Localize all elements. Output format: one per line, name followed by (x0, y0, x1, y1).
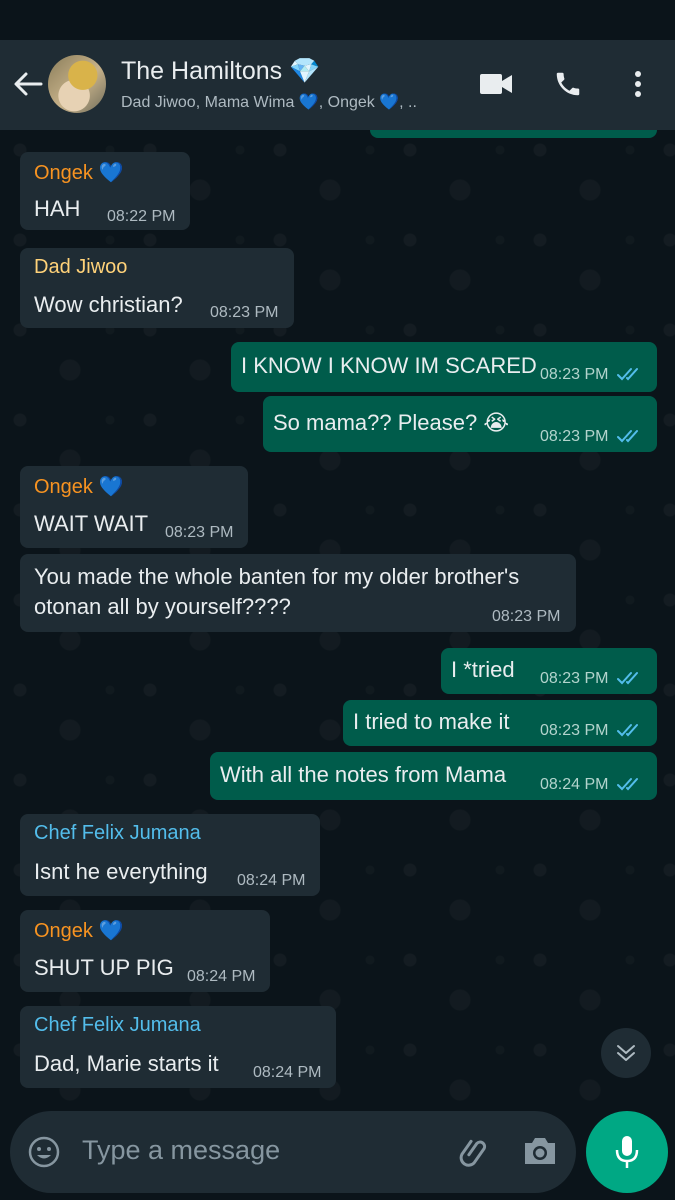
video-camera-icon (480, 74, 512, 94)
chat-header: The Hamiltons 💎 Dad Jiwoo, Mama Wima 💙, … (0, 40, 675, 130)
message-time: 08:24 PM (253, 1064, 322, 1081)
message-time: 08:23 PM (540, 722, 609, 739)
message-text-line-2: otonan all by yourself???? (34, 594, 291, 619)
scroll-to-bottom-button[interactable] (601, 1028, 651, 1078)
more-options-button[interactable] (618, 66, 658, 102)
message-bubble[interactable]: Dad Jiwoo Wow christian? 08:23 PM (20, 248, 294, 328)
status-bar (0, 0, 675, 40)
message-bubble[interactable]: Ongek 💙 SHUT UP PIG 08:24 PM (20, 910, 270, 992)
message-bubble-outgoing[interactable]: So mama?? Please? 😭 08:23 PM (263, 396, 657, 452)
emoji-icon[interactable] (28, 1136, 60, 1168)
message-text: Dad, Marie starts it (34, 1051, 219, 1076)
message-text: So mama?? Please? 😭 (273, 410, 510, 435)
message-bubble[interactable]: Ongek 💙 HAH 08:22 PM (20, 152, 190, 230)
message-bubble[interactable]: You made the whole banten for my older b… (20, 554, 576, 632)
read-ticks-icon (617, 672, 638, 685)
message-time: 08:23 PM (492, 608, 561, 625)
message-composer: Type a message (10, 1111, 576, 1193)
message-input[interactable]: Type a message (82, 1135, 280, 1166)
message-text: Wow christian? (34, 292, 183, 317)
message-time: 08:23 PM (165, 524, 234, 541)
message-text: WAIT WAIT (34, 511, 149, 536)
message-time: 08:24 PM (540, 776, 609, 793)
message-bubble-outgoing[interactable]: I *tried 08:23 PM (441, 648, 657, 694)
message-time: 08:23 PM (540, 366, 609, 383)
message-text-line-1: You made the whole banten for my older b… (34, 564, 520, 589)
message-time: 08:23 PM (540, 428, 609, 445)
message-text: I tried to make it (353, 709, 510, 734)
paperclip-icon[interactable] (458, 1133, 494, 1171)
camera-icon[interactable] (522, 1135, 558, 1167)
back-button[interactable] (10, 66, 46, 102)
chevron-double-down-icon (617, 1045, 635, 1061)
message-bubble[interactable]: Ongek 💙 WAIT WAIT 08:23 PM (20, 466, 248, 548)
message-text: Isnt he everything (34, 859, 208, 884)
chat-members[interactable]: Dad Jiwoo, Mama Wima 💙, Ongek 💙, .. (121, 92, 417, 112)
sender-name[interactable]: Dad Jiwoo (34, 256, 127, 279)
message-text: I *tried (451, 657, 515, 682)
microphone-icon (615, 1136, 639, 1168)
sender-name[interactable]: Ongek 💙 (34, 918, 123, 943)
sender-name[interactable]: Ongek 💙 (34, 160, 123, 185)
arrow-left-icon (14, 72, 43, 96)
message-time: 08:24 PM (187, 968, 256, 985)
video-call-button[interactable] (476, 66, 516, 102)
message-bubble-outgoing[interactable]: I tried to make it 08:23 PM (343, 700, 657, 746)
message-bubble-outgoing[interactable]: With all the notes from Mama 08:24 PM (210, 752, 657, 800)
message-bubble-outgoing[interactable]: I KNOW I KNOW IM SCARED 08:23 PM (231, 342, 657, 392)
message-text: I KNOW I KNOW IM SCARED (241, 353, 537, 378)
group-avatar[interactable] (48, 55, 106, 113)
message-text: With all the notes from Mama (220, 762, 507, 787)
sender-name[interactable]: Chef Felix Jumana (34, 1014, 201, 1037)
message-time: 08:23 PM (540, 670, 609, 687)
message-time: 08:22 PM (107, 208, 176, 225)
phone-icon (556, 72, 580, 96)
message-text: SHUT UP PIG (34, 955, 174, 980)
chat-title[interactable]: The Hamiltons 💎 (121, 57, 320, 86)
message-time: 08:24 PM (237, 872, 306, 889)
chat-area[interactable]: Ongek 💙 HAH 08:22 PM Dad Jiwoo Wow chris… (0, 130, 675, 1110)
voice-call-button[interactable] (548, 66, 588, 102)
voice-message-button[interactable] (586, 1111, 668, 1193)
message-text: HAH (34, 196, 81, 221)
sender-name[interactable]: Chef Felix Jumana (34, 822, 201, 845)
message-bubble-partial[interactable] (370, 130, 657, 138)
sender-name[interactable]: Ongek 💙 (34, 474, 123, 499)
message-bubble[interactable]: Chef Felix Jumana Isnt he everything 08:… (20, 814, 320, 896)
read-ticks-icon (617, 778, 638, 791)
read-ticks-icon (617, 368, 638, 381)
message-bubble[interactable]: Chef Felix Jumana Dad, Marie starts it 0… (20, 1006, 336, 1088)
read-ticks-icon (617, 430, 638, 443)
read-ticks-icon (617, 724, 638, 737)
message-time: 08:23 PM (210, 304, 279, 321)
more-vertical-icon (635, 71, 641, 97)
